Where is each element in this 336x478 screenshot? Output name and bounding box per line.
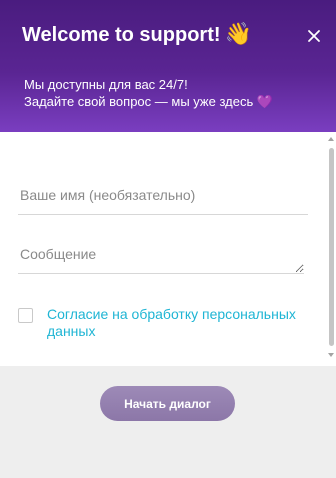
purple-heart-icon: 💜	[256, 95, 274, 110]
scrollbar-thumb[interactable]	[329, 148, 334, 346]
name-input[interactable]	[18, 176, 308, 215]
subtitle-line-2-row: Задайте свой вопрос — мы уже здесь 💜	[24, 93, 273, 111]
support-chat-widget: Welcome to support! 👋 Мы доступны для ва…	[0, 0, 336, 478]
scroll-up-arrow-icon[interactable]	[328, 136, 334, 142]
close-icon	[308, 30, 320, 42]
form-area: Согласие на обработку персональных данны…	[0, 132, 336, 366]
start-dialog-button[interactable]: Начать диалог	[100, 386, 235, 421]
waving-hand-icon: 👋	[224, 22, 252, 47]
header-title: Welcome to support!	[22, 24, 221, 46]
form-scrollbar[interactable]	[328, 136, 334, 358]
consent-checkbox[interactable]	[18, 308, 33, 323]
close-button[interactable]	[304, 26, 324, 46]
widget-header: Welcome to support! 👋 Мы доступны для ва…	[0, 0, 336, 132]
subtitle-line-2: Задайте свой вопрос — мы уже здесь	[24, 94, 254, 109]
consent-label[interactable]: Согласие на обработку персональных данны…	[47, 306, 318, 340]
widget-footer: Начать диалог	[0, 366, 336, 478]
consent-row: Согласие на обработку персональных данны…	[18, 306, 318, 340]
subtitle-line-1: Мы доступны для вас 24/7!	[24, 77, 188, 92]
scroll-down-arrow-icon[interactable]	[328, 352, 334, 358]
header-subtitle: Мы доступны для вас 24/7! Задайте свой в…	[24, 76, 273, 111]
message-input[interactable]	[18, 236, 304, 274]
header-title-row: Welcome to support! 👋	[22, 22, 252, 48]
